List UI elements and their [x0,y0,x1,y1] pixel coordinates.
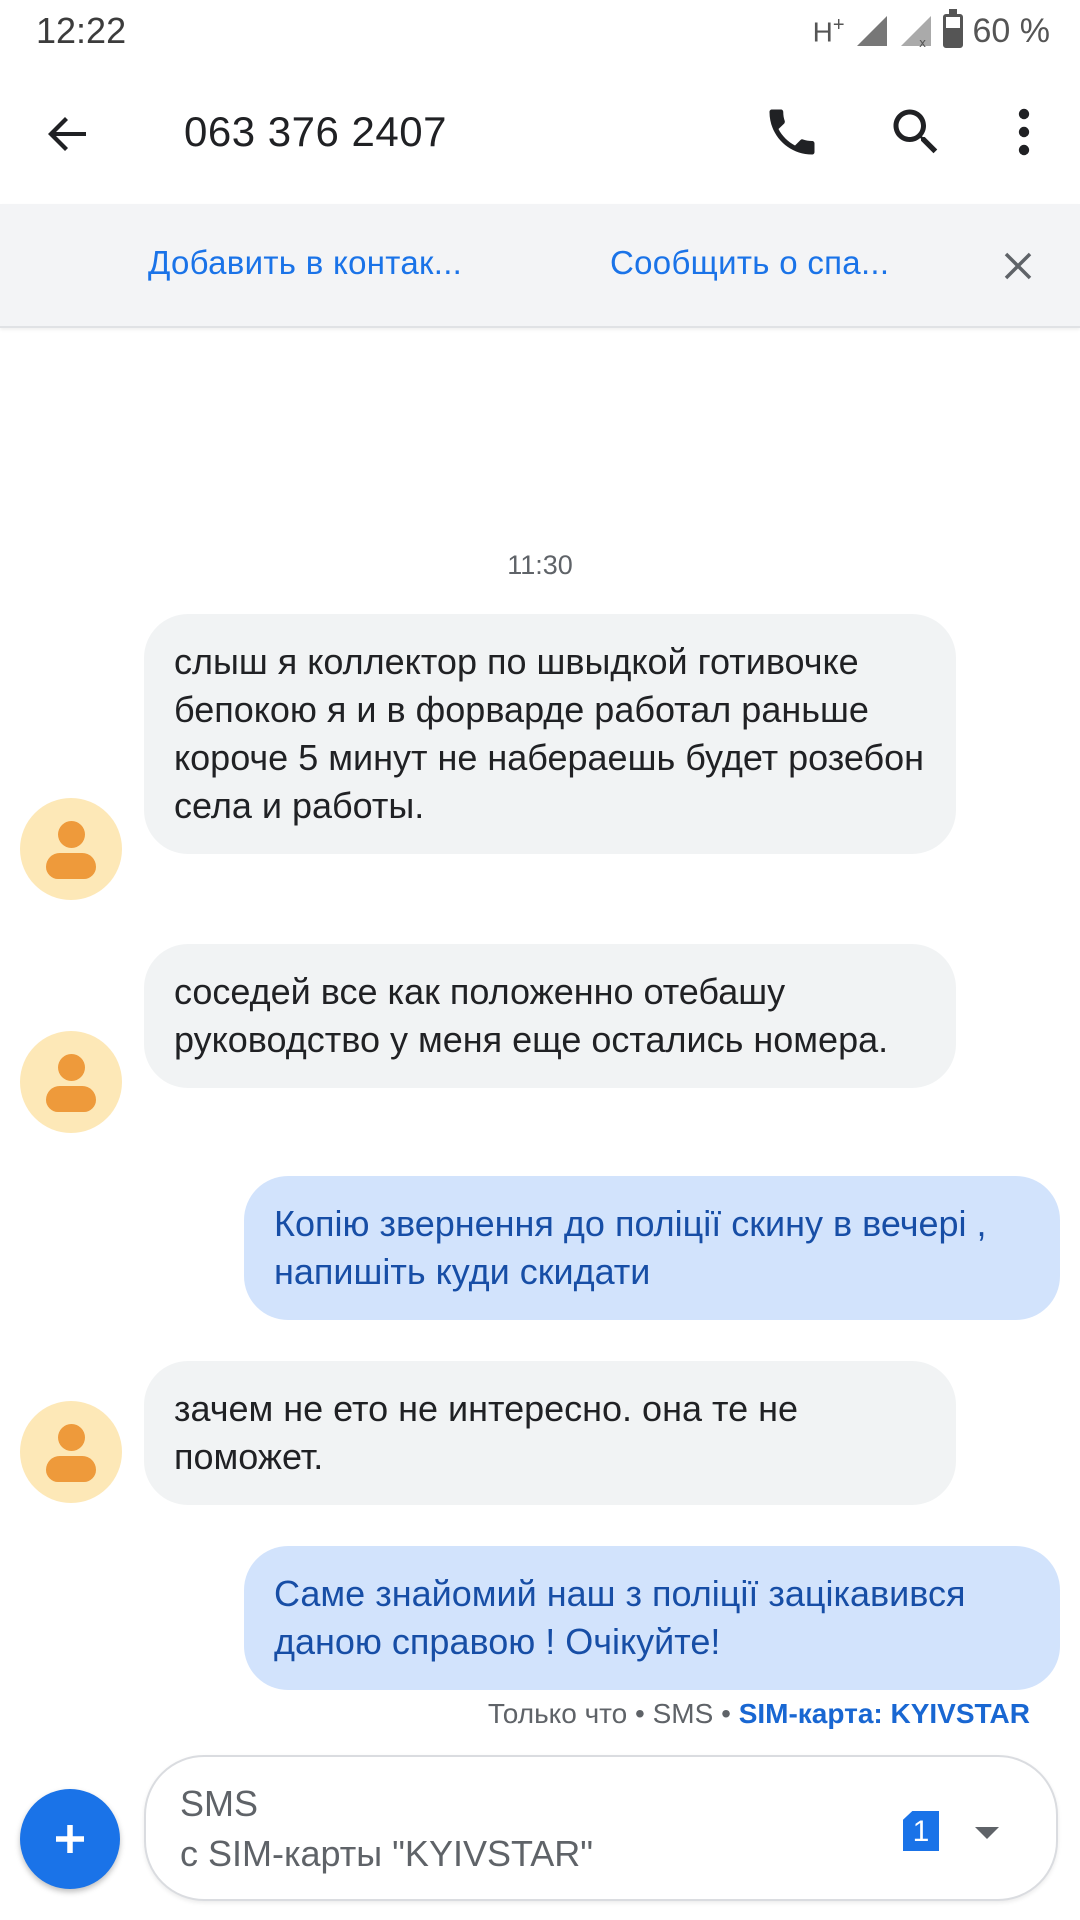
message-time: Только что [487,1698,628,1729]
add-contact-button[interactable]: Добавить в контак... [148,244,462,282]
contact-avatar[interactable] [20,798,122,900]
plus-icon [56,1825,84,1853]
message-type: SMS [652,1698,714,1729]
report-spam-button[interactable]: Сообщить о спа... [610,244,889,282]
contact-avatar[interactable] [20,1031,122,1133]
message-status: Только что • SMS • SIM-карта: KYIVSTAR [488,1698,1030,1730]
avatar-body [46,1456,96,1482]
svg-text:x: x [919,36,926,48]
contact-avatar[interactable] [20,1401,122,1503]
sim-card-icon[interactable]: 1 [903,1811,939,1851]
app-bar: 063 376 2407 [0,64,1080,204]
message-bubble-outgoing[interactable]: Саме знайомий наш з поліції зацікавився … [244,1546,1060,1690]
unknown-sender-banner: Добавить в контак... Сообщить о спа... [0,204,1080,328]
compose-sim-hint: с SIM-карты "KYIVSTAR" [180,1833,594,1874]
chevron-down-icon[interactable] [972,1817,1002,1847]
message-bubble-incoming[interactable]: соседей все как положенно отебашу руково… [144,944,956,1088]
phone-icon[interactable] [762,102,822,162]
avatar-head [58,821,85,848]
more-vert-icon[interactable] [1000,102,1048,162]
back-arrow-icon[interactable] [40,106,96,162]
close-icon[interactable] [998,246,1038,286]
meta-separator: • [635,1698,645,1729]
network-type: H+ [812,13,845,48]
avatar-body [46,1086,96,1112]
search-icon[interactable] [886,102,946,162]
status-bar: 12:22 H+ x 60 % [0,0,1080,64]
avatar-body [46,853,96,879]
message-bubble-incoming[interactable]: зачем не ето не интересно. она те не пом… [144,1361,956,1505]
status-time: 12:22 [36,10,127,51]
status-indicators: H+ x 60 % [812,9,1051,52]
battery-level: 60 % [972,11,1051,50]
message-input[interactable]: SMS с SIM-карты "KYIVSTAR" 1 [144,1755,1058,1901]
message-bubble-incoming[interactable]: слыш я коллектор по швыдкой готивочке бе… [144,614,956,854]
add-attachment-button[interactable] [20,1789,120,1889]
conversation-title: 063 376 2407 [184,108,447,155]
meta-separator: • [721,1698,731,1729]
compose-placeholder: SMS [180,1783,259,1824]
signal-no-sim-icon: x [900,16,931,48]
battery-icon [942,9,963,48]
message-sim: SIM-карта: KYIVSTAR [738,1698,1030,1729]
message-bubble-outgoing[interactable]: Копію звернення до поліції скину в вечер… [244,1176,1060,1320]
avatar-head [58,1424,85,1451]
message-timestamp: 11:30 [507,550,573,580]
avatar-head [58,1054,85,1081]
signal-icon [856,16,887,46]
